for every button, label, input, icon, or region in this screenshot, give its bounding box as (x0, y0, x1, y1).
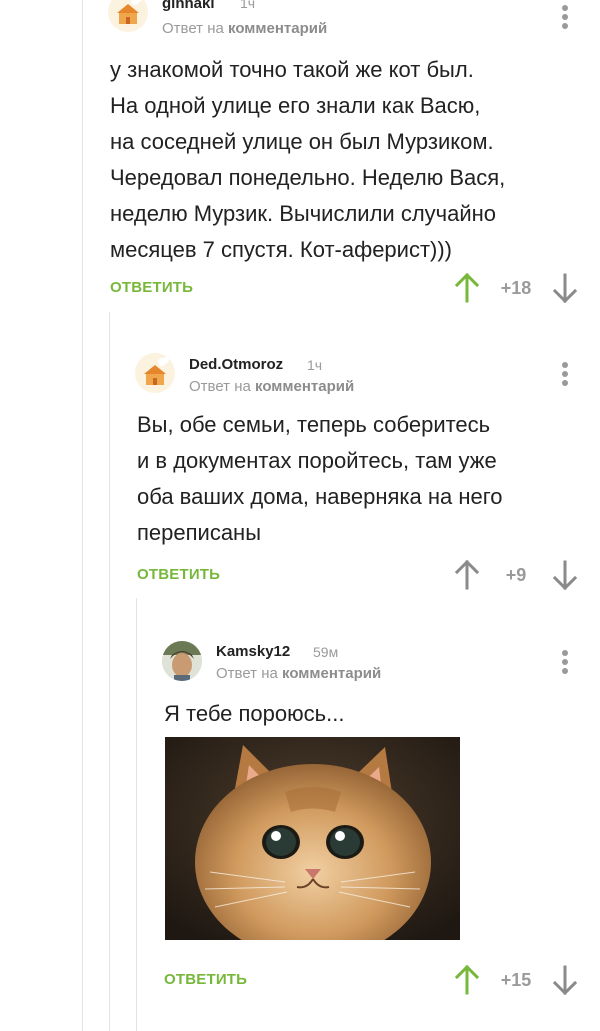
downvote-arrow-icon[interactable] (552, 560, 578, 590)
reply-to-line: Ответ на комментарий (216, 665, 381, 682)
vote-score: +18 (500, 278, 532, 298)
upvote-arrow-icon[interactable] (454, 560, 480, 590)
reply-button[interactable]: ОТВЕТИТЬ (164, 971, 247, 988)
vote-score: +15 (500, 970, 532, 990)
text-line: и в документах поройтесь, там уже (137, 448, 497, 473)
comment-time: 59м (313, 644, 339, 660)
comment-time: 1ч (240, 0, 256, 11)
default-avatar-icon (108, 0, 148, 32)
default-avatar-icon (135, 353, 175, 393)
reply-to-line: Ответ на комментарий (162, 20, 327, 37)
text-line: Чередовал понедельно. Неделю Вася, (110, 165, 506, 190)
avatar[interactable] (108, 0, 148, 32)
avatar[interactable] (135, 353, 175, 393)
comment-author[interactable]: Kamsky12 (216, 643, 290, 660)
downvote-arrow-icon[interactable] (552, 273, 578, 303)
comment-text: у знакомой точно такой же кот был. На од… (110, 52, 505, 268)
text-line: переписаны (137, 520, 262, 545)
text-line: Я тебе порoюсь... (164, 701, 345, 726)
thread-line-level-2 (109, 312, 110, 1031)
attached-cat-image[interactable] (165, 737, 460, 940)
user-photo-avatar-icon (162, 641, 202, 681)
text-line: у знакомой точно такой же кот был. (110, 57, 474, 82)
avatar[interactable] (162, 641, 202, 681)
comment-menu-icon[interactable] (561, 362, 569, 390)
text-line: на соседней улице он был Мурзиком. (110, 129, 494, 154)
comment-author[interactable]: Ded.Otmoroz (189, 356, 283, 373)
reply-to-line: Ответ на комментарий (189, 378, 354, 395)
thread-line-level-1 (82, 0, 83, 1031)
text-line: На одной улице его знали как Васю, (110, 93, 481, 118)
upvote-arrow-icon[interactable] (454, 965, 480, 995)
comment-time: 1ч (307, 357, 323, 373)
text-line: Вы, обе семьи, теперь соберитесь (137, 412, 491, 437)
comment-author[interactable]: ginnaki (162, 0, 215, 12)
cat-photo-icon (165, 737, 460, 940)
thread-line-level-3 (136, 598, 137, 1031)
reply-button[interactable]: ОТВЕТИТЬ (110, 279, 193, 296)
reply-to-link[interactable]: комментарий (255, 378, 354, 395)
text-line: месяцев 7 спустя. Кот-аферист))) (110, 237, 453, 262)
downvote-arrow-icon[interactable] (552, 965, 578, 995)
reply-to-prefix: Ответ на (216, 665, 283, 682)
comment-menu-icon[interactable] (561, 5, 569, 33)
text-line: оба ваших дома, наверняка на него (137, 484, 503, 509)
comment-menu-icon[interactable] (561, 650, 569, 678)
comment-text: Я тебе порoюсь... (164, 696, 344, 732)
reply-to-link[interactable]: комментарий (282, 665, 381, 682)
reply-to-prefix: Ответ на (189, 378, 256, 395)
reply-button[interactable]: ОТВЕТИТЬ (137, 566, 220, 583)
text-line: неделю Мурзик. Вычислили случайно (110, 201, 497, 226)
upvote-arrow-icon[interactable] (454, 273, 480, 303)
vote-score: +9 (505, 565, 527, 585)
reply-to-prefix: Ответ на (162, 20, 229, 37)
comment-text: Вы, обе семьи, теперь соберитесь и в док… (137, 407, 503, 551)
reply-to-link[interactable]: комментарий (228, 20, 327, 37)
